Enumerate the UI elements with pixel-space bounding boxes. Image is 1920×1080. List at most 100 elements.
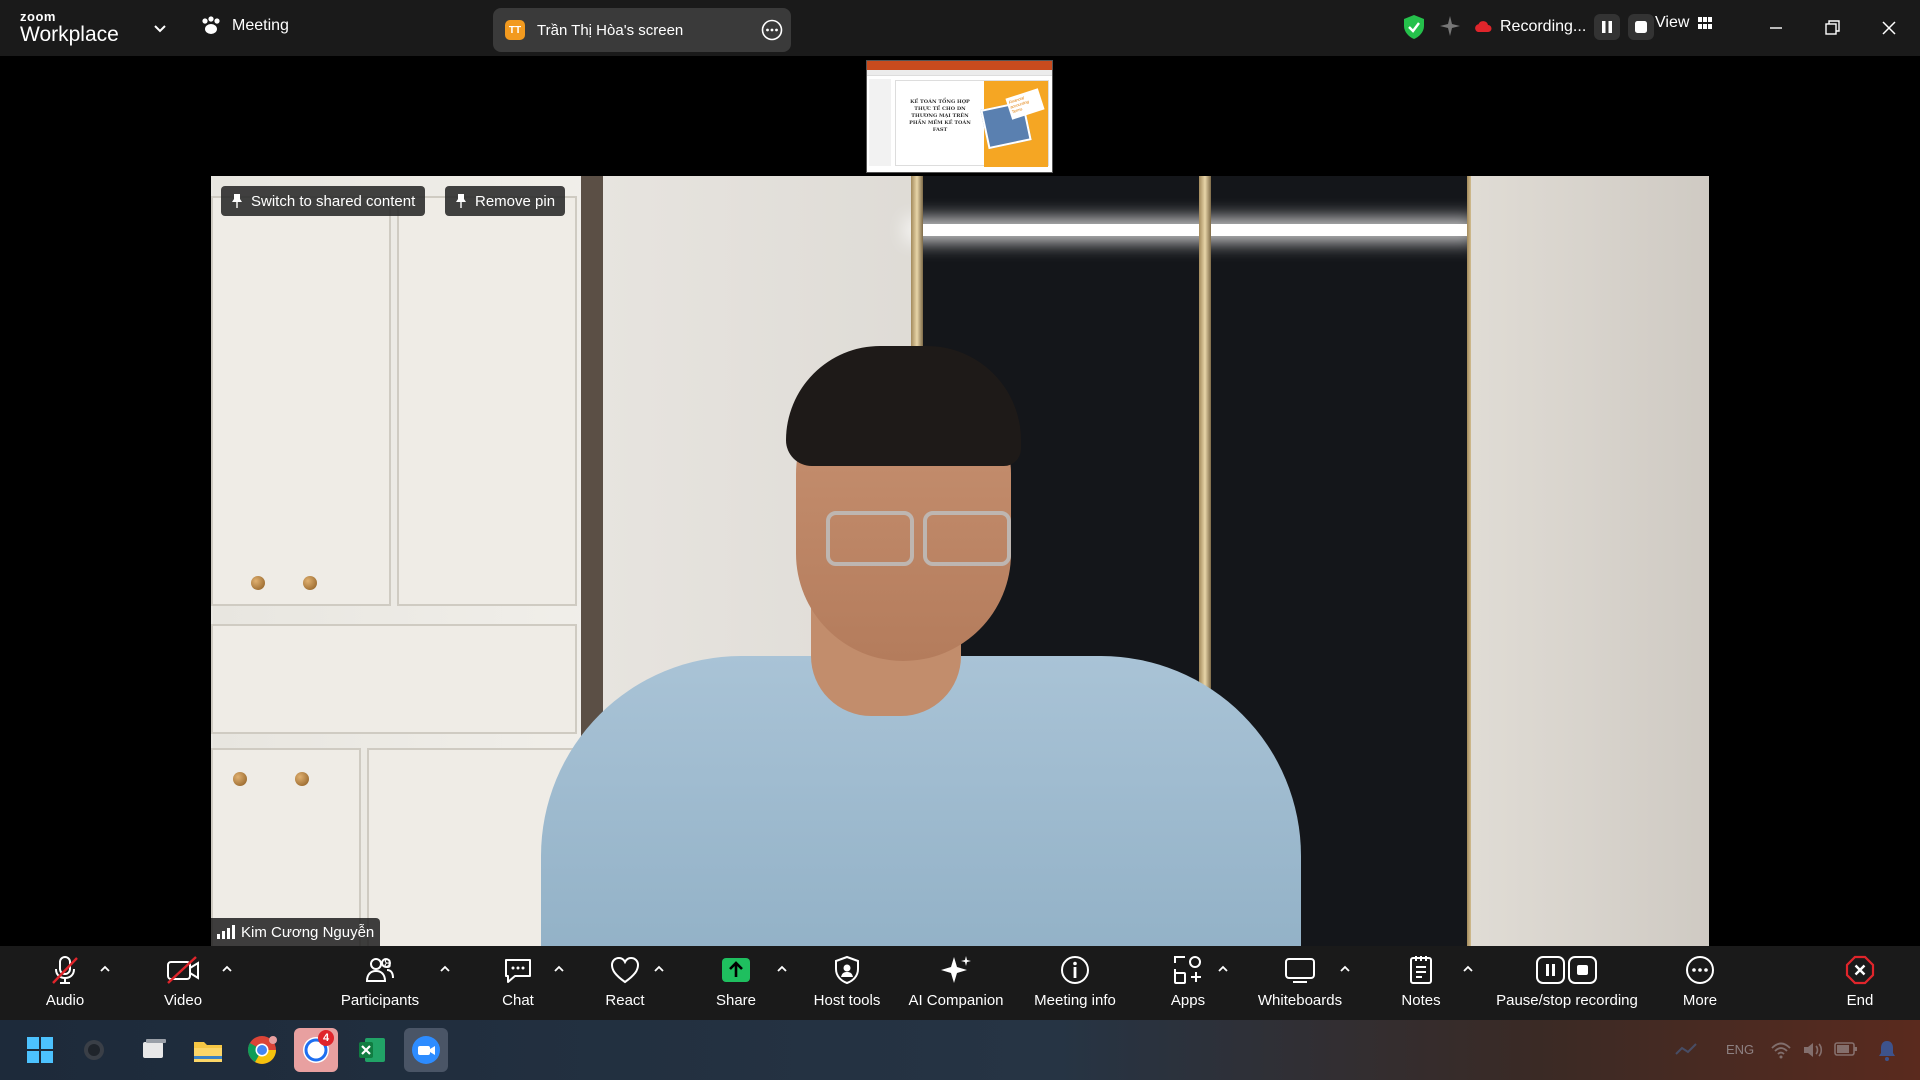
zalo-icon[interactable]: 4 bbox=[294, 1028, 338, 1072]
cabinet-door bbox=[397, 196, 577, 606]
recording-status[interactable]: Recording... bbox=[1474, 14, 1655, 40]
view-label: View bbox=[1655, 14, 1690, 31]
react-label: React bbox=[605, 992, 645, 1009]
more-button[interactable]: More bbox=[1676, 946, 1724, 1020]
background-wall bbox=[1471, 176, 1709, 946]
participants-button[interactable]: 8 Participants bbox=[338, 946, 422, 1020]
share-button[interactable]: Share bbox=[714, 946, 758, 1020]
meeting-info-button[interactable]: Meeting info bbox=[1030, 946, 1120, 1020]
whiteboard-icon bbox=[1285, 958, 1315, 983]
brand-big: Workplace bbox=[20, 23, 119, 46]
wifi-icon[interactable] bbox=[1770, 1040, 1792, 1060]
speaker-icon[interactable] bbox=[1802, 1040, 1824, 1060]
video-button[interactable]: Video bbox=[158, 946, 208, 1020]
chat-icon bbox=[505, 959, 531, 983]
whiteboards-button[interactable]: Whiteboards bbox=[1252, 946, 1348, 1020]
audio-button[interactable]: Audio bbox=[40, 946, 90, 1020]
participant-name: Kim Cương Nguyễn bbox=[241, 923, 375, 941]
pause-stop-recording-button[interactable]: Pause/stop recording bbox=[1492, 946, 1642, 1020]
notes-icon bbox=[1410, 956, 1432, 984]
apps-icon bbox=[1174, 956, 1201, 984]
tray-network-icon[interactable] bbox=[1674, 1040, 1700, 1060]
video-off-icon bbox=[167, 956, 199, 984]
chevron-up-icon[interactable] bbox=[1338, 962, 1352, 976]
shared-screen-thumbnail[interactable]: KẾ TOÁN TỔNG HỢP THỰC TẾ CHO DN THƯƠNG M… bbox=[866, 60, 1053, 173]
title-bar: zoom Workplace Meeting TT Trần Thị Hòa's… bbox=[0, 0, 1920, 56]
zoom-workplace-logo[interactable]: zoom Workplace bbox=[20, 10, 119, 45]
chat-label: Chat bbox=[502, 992, 534, 1009]
chat-button[interactable]: Chat bbox=[496, 946, 540, 1020]
meeting-label: Meeting bbox=[232, 17, 289, 34]
close-icon[interactable] bbox=[1875, 14, 1903, 42]
search-icon[interactable] bbox=[72, 1028, 116, 1072]
view-menu[interactable]: View bbox=[1655, 14, 1713, 32]
restore-icon[interactable] bbox=[1818, 14, 1846, 42]
screen-share-indicator[interactable]: TT Trần Thị Hòa's screen bbox=[493, 8, 791, 52]
host-tools-button[interactable]: Host tools bbox=[812, 946, 882, 1020]
chevron-up-icon[interactable] bbox=[1461, 962, 1475, 976]
chevron-up-icon[interactable] bbox=[98, 962, 112, 976]
sparkle-icon bbox=[941, 956, 971, 983]
ai-sparkle-icon[interactable] bbox=[1438, 14, 1462, 38]
slide-sidebar bbox=[869, 79, 891, 166]
more-options-icon[interactable] bbox=[761, 19, 783, 41]
encryption-shield-icon[interactable] bbox=[1402, 14, 1426, 40]
chevron-down-icon[interactable] bbox=[151, 19, 169, 37]
notes-label: Notes bbox=[1401, 992, 1441, 1009]
participant-video[interactable]: Switch to shared content Remove pin Kim … bbox=[211, 176, 1709, 946]
end-label: End bbox=[1846, 992, 1874, 1009]
paw-icon bbox=[202, 16, 220, 34]
grid-view-icon bbox=[1698, 17, 1713, 29]
ai-companion-button[interactable]: AI Companion bbox=[906, 946, 1006, 1020]
chevron-up-icon[interactable] bbox=[1216, 962, 1230, 976]
task-view-icon[interactable] bbox=[132, 1028, 176, 1072]
cabinet-knob bbox=[303, 576, 317, 590]
chevron-up-icon[interactable] bbox=[652, 962, 666, 976]
chevron-up-icon[interactable] bbox=[775, 962, 789, 976]
video-label: Video bbox=[163, 992, 203, 1009]
excel-icon[interactable] bbox=[350, 1028, 394, 1072]
pause-stop-label: Pause/stop recording bbox=[1496, 992, 1638, 1009]
share-screen-icon bbox=[722, 958, 750, 982]
slide-title: KẾ TOÁN TỔNG HỢP THỰC TẾ CHO DN THƯƠNG M… bbox=[909, 99, 971, 133]
glasses-lens bbox=[923, 511, 1011, 566]
chrome-icon[interactable] bbox=[240, 1028, 284, 1072]
chevron-up-icon[interactable] bbox=[438, 962, 452, 976]
whiteboards-label: Whiteboards bbox=[1257, 992, 1343, 1009]
chevron-up-icon[interactable] bbox=[220, 962, 234, 976]
battery-icon[interactable] bbox=[1834, 1040, 1858, 1058]
participant-name-tag: Kim Cương Nguyễn bbox=[211, 918, 381, 946]
cabinet-knob bbox=[295, 772, 309, 786]
ppt-toolbar bbox=[867, 70, 1052, 76]
ppt-ribbon bbox=[867, 61, 1052, 70]
ai-companion-label: AI Companion bbox=[908, 992, 1004, 1009]
apps-button[interactable]: Apps bbox=[1164, 946, 1212, 1020]
tray-language[interactable]: ENG bbox=[1726, 1042, 1754, 1057]
more-icon bbox=[1686, 956, 1714, 984]
end-meeting-button[interactable]: End bbox=[1840, 946, 1880, 1020]
minimize-icon[interactable] bbox=[1762, 14, 1790, 42]
stop-recording-button[interactable] bbox=[1628, 14, 1655, 40]
windows-start-icon[interactable] bbox=[18, 1028, 62, 1072]
zalo-notification-badge: 4 bbox=[318, 1030, 334, 1046]
pause-recording-button[interactable] bbox=[1594, 14, 1621, 40]
notification-bell-icon[interactable] bbox=[1876, 1038, 1898, 1062]
apps-label: Apps bbox=[1170, 992, 1206, 1009]
chevron-up-icon[interactable] bbox=[552, 962, 566, 976]
cloud-record-icon bbox=[1475, 21, 1492, 32]
remove-pin-button[interactable]: Remove pin bbox=[445, 186, 566, 216]
share-label: Share bbox=[715, 992, 757, 1009]
recording-label: Recording... bbox=[1500, 18, 1587, 35]
react-button[interactable]: React bbox=[600, 946, 650, 1020]
notes-button[interactable]: Notes bbox=[1396, 946, 1446, 1020]
file-explorer-icon[interactable] bbox=[186, 1028, 230, 1072]
stop-icon bbox=[1635, 21, 1648, 33]
brand-small: zoom bbox=[20, 9, 56, 24]
host-tools-label: Host tools bbox=[813, 992, 881, 1009]
pause-stop-icon bbox=[1536, 956, 1597, 984]
meeting-menu[interactable]: Meeting bbox=[200, 16, 289, 36]
cabinet-door bbox=[211, 624, 577, 734]
zoom-app-icon[interactable] bbox=[404, 1028, 448, 1072]
pin-icon bbox=[456, 194, 466, 208]
switch-to-shared-content-button[interactable]: Switch to shared content bbox=[221, 186, 426, 216]
